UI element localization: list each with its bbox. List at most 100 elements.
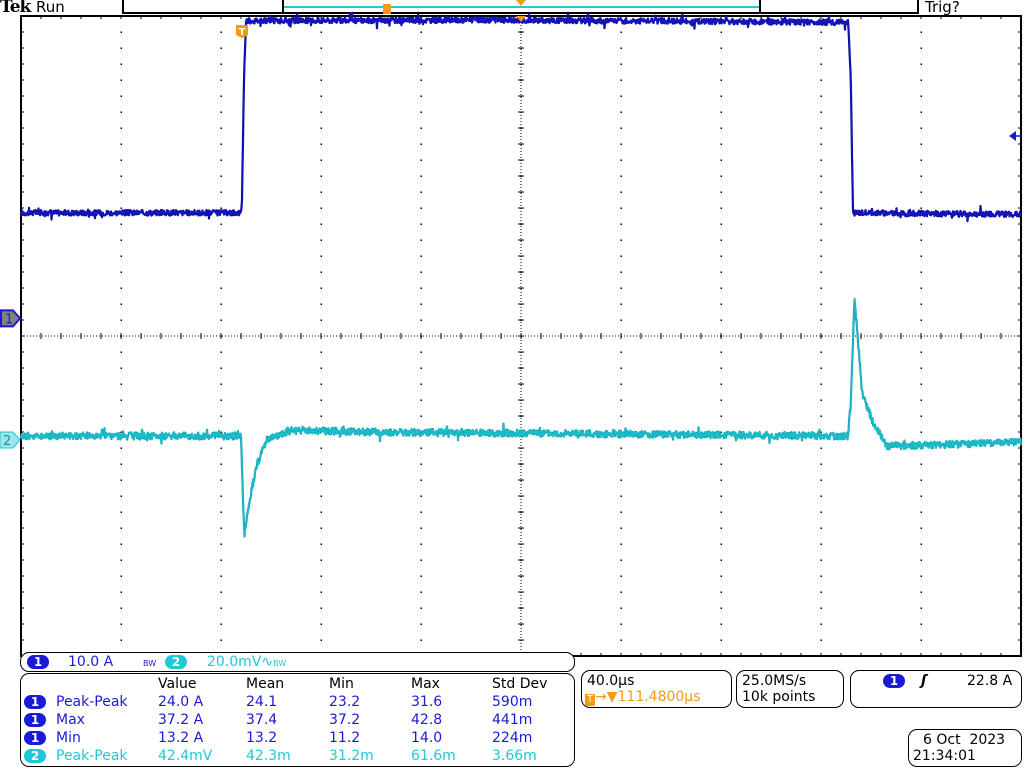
grid-dot: [820, 607, 822, 609]
grid-dot: [820, 79, 822, 81]
grid-dot: [420, 511, 422, 513]
grid-dot: [220, 495, 222, 497]
grid-dot: [620, 623, 622, 625]
grid-dot: [620, 511, 622, 513]
grid-dot: [820, 255, 822, 257]
grid-dot: [920, 47, 922, 49]
grid-dot: [120, 607, 122, 609]
measurements-table: Value Mean Min Max Std Dev 1 Peak-Peak 24.0 A 24…: [20, 673, 575, 767]
sample-rate: 25.0MS/s: [742, 673, 807, 689]
ch1-ground-marker[interactable]: 1: [0, 309, 22, 328]
grid-dot: [320, 127, 322, 129]
meas-min: 37.2: [329, 712, 361, 728]
grid-dot: [320, 175, 322, 177]
grid-dot: [120, 159, 122, 161]
grid-dot: [120, 591, 122, 593]
grid-dot: [320, 255, 322, 257]
grid-dot: [120, 367, 122, 369]
ch1-scale[interactable]: 10.0 A: [68, 654, 113, 670]
meas-mean: 37.4: [246, 712, 278, 728]
ch2-badge[interactable]: 2: [165, 655, 187, 669]
meas-channel-badge: 1: [24, 695, 46, 709]
timebase-readout[interactable]: 40.0µs T →▼111.4800µs: [581, 670, 732, 708]
grid-dot: [320, 383, 322, 385]
grid-dot: [820, 207, 822, 209]
grid-dot: [920, 175, 922, 177]
grid-dot: [320, 623, 322, 625]
ch1-badge[interactable]: 1: [27, 655, 49, 669]
grid-dot: [720, 495, 722, 497]
ch2-ground-marker[interactable]: 2: [0, 431, 21, 449]
grid-dot: [620, 383, 622, 385]
meas-row[interactable]: 1 Min 13.2 A 13.2 11.2 14.0 224m: [21, 730, 574, 747]
grid-dot: [720, 207, 722, 209]
grid-dot: [320, 575, 322, 577]
grid-dot: [820, 63, 822, 65]
meas-mean: 42.3m: [246, 748, 291, 764]
grid-dot: [320, 191, 322, 193]
ch2-scale[interactable]: 20.0mV∿BW: [207, 654, 286, 672]
grid-dot: [920, 607, 922, 609]
grid-dot: [120, 79, 122, 81]
grid-dot: [220, 63, 222, 65]
grid-dot: [320, 143, 322, 145]
grid-dot: [420, 287, 422, 289]
grid-dot: [920, 223, 922, 225]
grid-dot: [220, 127, 222, 129]
trigger-readout[interactable]: 1 ʃ 22.8 A: [850, 670, 1022, 708]
meas-row[interactable]: 2 Peak-Peak 42.4mV 42.3m 31.2m 61.6m 3.66m: [21, 748, 574, 765]
meas-std-dev: 224m: [492, 730, 533, 746]
waveform-display[interactable]: 1 2 T: [0, 0, 1024, 660]
grid-dot: [620, 63, 622, 65]
datetime-readout: 6 Oct 2023 21:34:01: [908, 729, 1022, 767]
grid-dot: [620, 543, 622, 545]
grid-dot: [120, 143, 122, 145]
grid-dot: [620, 159, 622, 161]
grid-dot: [120, 175, 122, 177]
grid-dot: [720, 479, 722, 481]
grid-dot: [620, 415, 622, 417]
grid-dot: [720, 415, 722, 417]
ch2-scale-value: 20.0mV: [207, 654, 262, 670]
grid-dot: [420, 159, 422, 161]
trigger-level-arrow-icon[interactable]: [1009, 131, 1021, 141]
grid-dot: [220, 79, 222, 81]
grid-dot: [920, 367, 922, 369]
meas-row[interactable]: 1 Peak-Peak 24.0 A 24.1 23.2 31.6 590m: [21, 694, 574, 711]
grid-dot: [220, 111, 222, 113]
meas-row[interactable]: 1 Max 37.2 A 37.4 37.2 42.8 441m: [21, 712, 574, 729]
grid-dot: [720, 591, 722, 593]
grid-dot: [420, 575, 422, 577]
grid-dot: [120, 207, 122, 209]
grid-dot: [220, 271, 222, 273]
grid-dot: [920, 287, 922, 289]
grid-dot: [120, 319, 122, 321]
grid-dot: [120, 543, 122, 545]
grid-dot: [420, 543, 422, 545]
grid-dot: [420, 303, 422, 305]
grid-dot: [720, 79, 722, 81]
grid-dot: [220, 31, 222, 33]
grid-dot: [620, 559, 622, 561]
meas-name: Peak-Peak: [56, 694, 128, 710]
meas-channel-badge: 1: [24, 713, 46, 727]
date: 6 Oct 2023: [923, 732, 1006, 748]
grid-dot: [920, 543, 922, 545]
grid-dot: [320, 207, 322, 209]
grid-dot: [220, 207, 222, 209]
grid-dot: [320, 159, 322, 161]
grid-dot: [820, 575, 822, 577]
acquisition-readout[interactable]: 25.0MS/s 10k points: [736, 670, 844, 708]
grid-dot: [920, 559, 922, 561]
ch1-bw-limit-icon: BW: [143, 659, 157, 668]
grid-dot: [720, 159, 722, 161]
grid-dot: [420, 79, 422, 81]
grid-dot: [220, 255, 222, 257]
grid-dot: [920, 239, 922, 241]
grid-dot: [920, 255, 922, 257]
grid-dot: [720, 63, 722, 65]
grid-dot: [120, 303, 122, 305]
grid-dot: [220, 223, 222, 225]
grid-dot: [220, 527, 222, 529]
grid-dot: [820, 447, 822, 449]
